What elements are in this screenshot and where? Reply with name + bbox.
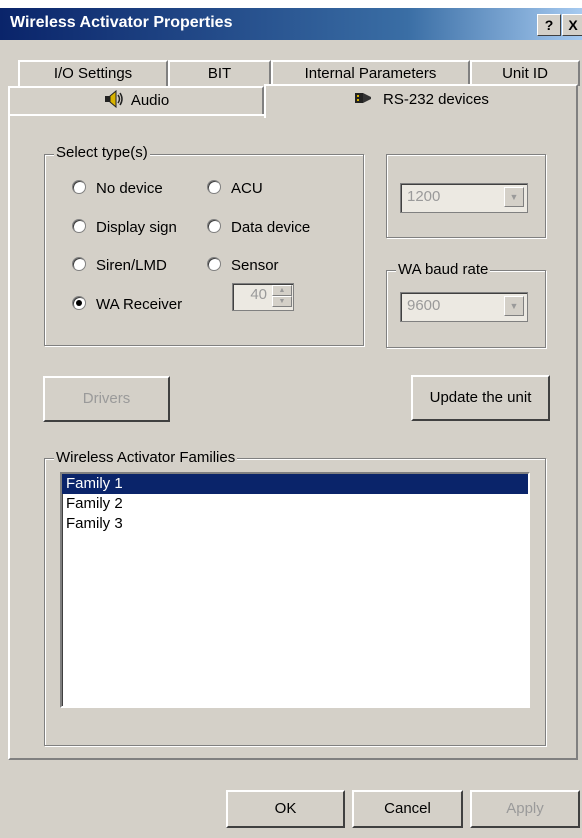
baud-select[interactable]: 1200 ▼ xyxy=(400,183,528,213)
list-item[interactable]: Family 2 xyxy=(62,494,528,514)
sensor-count-spinner[interactable]: 40 ▲ ▼ xyxy=(232,283,294,311)
list-item[interactable]: Family 3 xyxy=(62,514,528,534)
radio-wa-receiver[interactable]: WA Receiver xyxy=(72,296,182,313)
radio-display-sign[interactable]: Display sign xyxy=(72,219,177,236)
speaker-icon xyxy=(103,89,125,117)
radio-data-device[interactable]: Data device xyxy=(207,219,310,236)
tab-internal-parameters[interactable]: Internal Parameters xyxy=(271,60,470,86)
close-button[interactable]: X xyxy=(562,14,582,36)
update-unit-button[interactable]: Update the unit xyxy=(411,375,550,421)
tab-bit[interactable]: BIT xyxy=(168,60,271,86)
select-types-label: Select type(s) xyxy=(54,144,150,161)
chevron-down-icon: ▼ xyxy=(504,296,524,316)
cancel-button[interactable]: Cancel xyxy=(352,790,463,828)
tab-io-settings[interactable]: I/O Settings xyxy=(18,60,168,86)
apply-button[interactable]: Apply xyxy=(470,790,580,828)
radio-sensor[interactable]: Sensor xyxy=(207,257,279,274)
window-title: Wireless Activator Properties xyxy=(10,14,233,31)
radio-siren-lmd[interactable]: Siren/LMD xyxy=(72,257,167,274)
spinner-value: 40 xyxy=(250,286,267,303)
spin-down-icon[interactable]: ▼ xyxy=(272,296,292,307)
rs232-icon xyxy=(353,89,375,117)
tab-audio[interactable]: Audio xyxy=(8,86,264,114)
tab-rs232-label: RS-232 devices xyxy=(383,91,489,108)
title-bar: Wireless Activator Properties ? X xyxy=(0,8,582,40)
drivers-button[interactable]: Drivers xyxy=(43,376,170,422)
radio-acu[interactable]: ACU xyxy=(207,180,263,197)
tab-audio-label: Audio xyxy=(130,92,170,109)
tab-unit-id[interactable]: Unit ID xyxy=(470,60,580,86)
spin-up-icon[interactable]: ▲ xyxy=(272,285,292,296)
families-label: Wireless Activator Families xyxy=(54,449,238,466)
ok-button[interactable]: OK xyxy=(226,790,345,828)
chevron-down-icon: ▼ xyxy=(504,187,524,207)
wa-baud-rate-select[interactable]: 9600 ▼ xyxy=(400,292,528,322)
wa-baud-rate-label: WA baud rate xyxy=(396,261,491,278)
properties-dialog: Wireless Activator Properties ? X I/O Se… xyxy=(0,8,582,838)
rs232-tab-panel: Select type(s) No device ACU Display sig… xyxy=(8,114,578,760)
help-button[interactable]: ? xyxy=(537,14,561,36)
radio-no-device[interactable]: No device xyxy=(72,180,163,197)
list-item[interactable]: Family 1 xyxy=(62,474,528,494)
families-list[interactable]: Family 1 Family 2 Family 3 xyxy=(60,472,530,708)
tab-rs232-devices[interactable]: RS-232 devices xyxy=(264,84,578,118)
